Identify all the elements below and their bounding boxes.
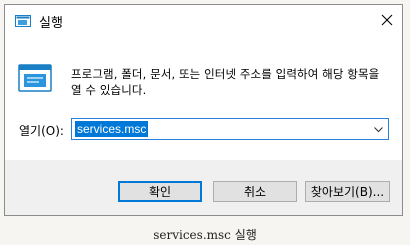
run-dialog-icon: [15, 15, 31, 27]
button-bar: 확인 취소 찾아보기(B)...: [5, 160, 402, 215]
close-icon: [381, 14, 393, 26]
description-text: 프로그램, 폴더, 문서, 또는 인터넷 주소를 입력하여 해당 항목을 열 수…: [71, 67, 380, 97]
browse-button[interactable]: 찾아보기(B)...: [305, 181, 390, 202]
open-combobox[interactable]: services.msc: [71, 118, 389, 140]
title-bar[interactable]: 실행: [5, 5, 402, 36]
chevron-down-icon[interactable]: [373, 124, 384, 135]
close-button[interactable]: [376, 9, 398, 31]
page: 실행 프로그램, 폴더, 문서, 또는 인터넷 주소를 입력하여 해당 항목을 …: [0, 0, 410, 245]
run-dialog: 실행 프로그램, 폴더, 문서, 또는 인터넷 주소를 입력하여 해당 항목을 …: [4, 4, 403, 216]
ok-button[interactable]: 확인: [118, 181, 202, 202]
caption: services.msc 실행: [153, 228, 257, 242]
run-dialog-icon: [18, 64, 52, 92]
open-input[interactable]: services.msc: [75, 121, 149, 137]
open-label: 열기(O):: [19, 124, 64, 138]
window-title: 실행: [39, 16, 63, 31]
cancel-button[interactable]: 취소: [213, 181, 297, 202]
dialog-content: 프로그램, 폴더, 문서, 또는 인터넷 주소를 입력하여 해당 항목을 열 수…: [5, 36, 402, 160]
